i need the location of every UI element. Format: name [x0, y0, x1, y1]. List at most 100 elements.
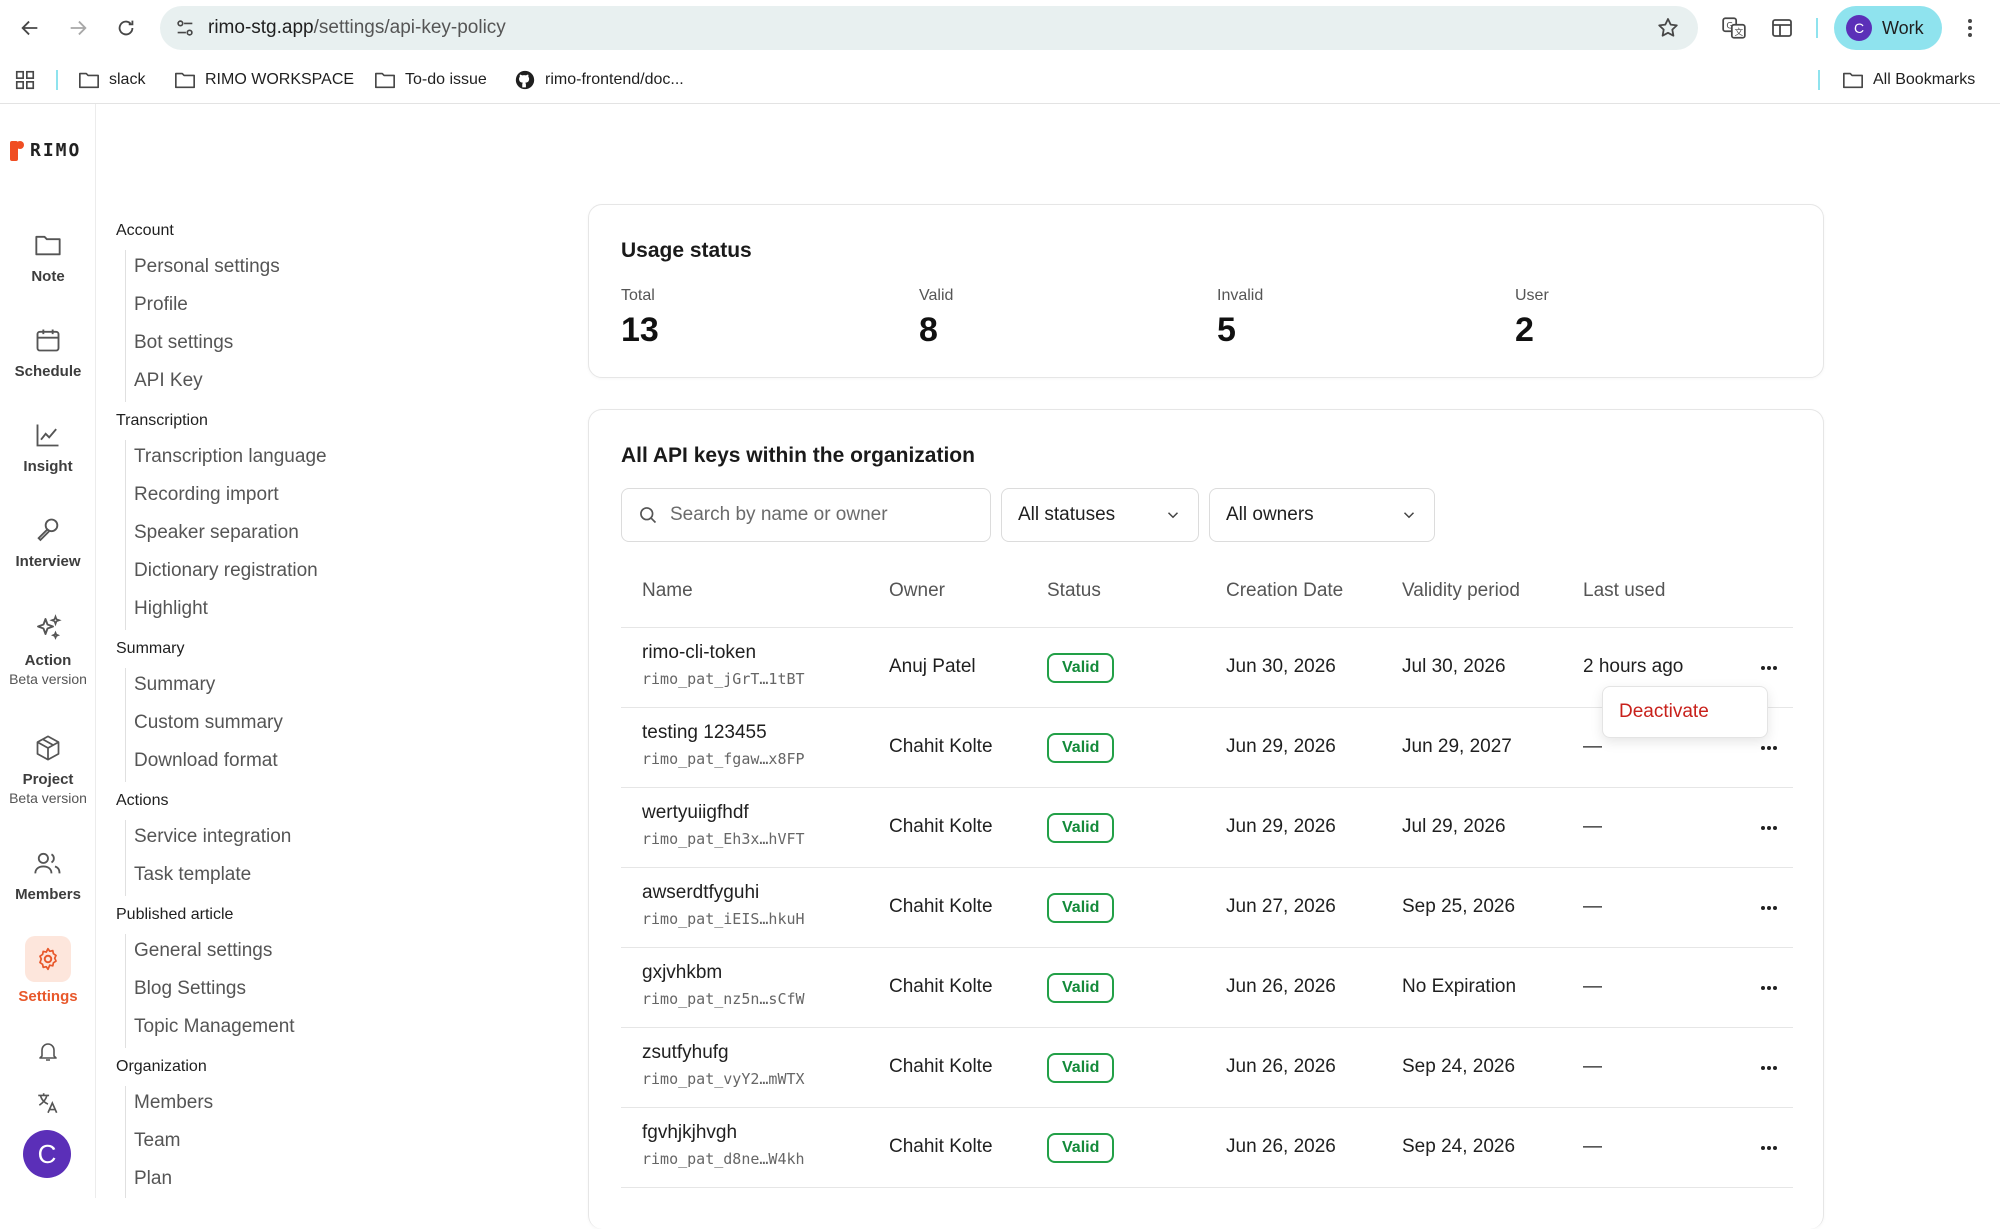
deactivate-menu-item[interactable]: Deactivate	[1619, 701, 1709, 723]
search-field[interactable]	[621, 488, 991, 542]
status-filter-select[interactable]: All statuses	[1001, 488, 1199, 542]
nav-guide-line	[125, 820, 126, 896]
settings-highlight	[25, 936, 71, 982]
key-name: rimo-cli-token	[642, 642, 757, 663]
key-name: awserdtfyguhi	[642, 882, 760, 903]
nav-item-topic-management[interactable]: Topic Management	[134, 1016, 295, 1038]
row-more-button[interactable]	[1755, 1054, 1783, 1082]
table-row: zsutfyhufg rimo_pat_vyY2…mWTX Chahit Kol…	[621, 1028, 1793, 1108]
bookmark-rimo-workspace[interactable]: RIMO WORKSPACE	[174, 68, 354, 92]
rail-item-interview[interactable]: Interview	[0, 513, 96, 570]
nav-item-download-format[interactable]: Download format	[134, 750, 278, 772]
nav-item-task-template[interactable]: Task template	[134, 864, 251, 886]
forward-arrow-icon	[70, 20, 87, 36]
nav-item-team[interactable]: Team	[134, 1130, 180, 1152]
nav-guide-line	[125, 668, 126, 782]
more-horizontal-icon	[1761, 1066, 1777, 1070]
api-keys-card: All API keys within the organization All…	[588, 409, 1824, 1229]
key-owner: Chahit Kolte	[889, 816, 993, 837]
reload-button[interactable]	[110, 12, 142, 44]
rail-item-members[interactable]: Members	[0, 846, 96, 903]
user-avatar[interactable]: C	[23, 1130, 71, 1178]
stat-total: Total 13	[621, 287, 659, 350]
nav-item-personal-settings[interactable]: Personal settings	[134, 256, 280, 278]
row-more-button[interactable]	[1755, 734, 1783, 762]
key-name: fgvhjkjhvgh	[642, 1122, 738, 1143]
row-more-button[interactable]	[1755, 814, 1783, 842]
stat-value: 8	[919, 311, 938, 349]
site-settings-icon[interactable]	[174, 17, 196, 44]
key-last-used: —	[1583, 736, 1602, 757]
browser-menu-icon[interactable]	[1958, 14, 1982, 47]
stat-value: 13	[621, 311, 659, 349]
status-badge: Valid	[1047, 813, 1115, 843]
nav-item-highlight[interactable]: Highlight	[134, 598, 208, 620]
rail-item-insight[interactable]: Insight	[0, 418, 96, 475]
rail-item-schedule[interactable]: Schedule	[0, 323, 96, 380]
api-keys-title: All API keys within the organization	[621, 444, 975, 467]
rail-item-project[interactable]: Project Beta version	[0, 731, 96, 806]
search-input[interactable]	[670, 504, 970, 526]
nav-item-api-key[interactable]: API Key	[134, 370, 203, 392]
owner-filter-select[interactable]: All owners	[1209, 488, 1435, 542]
bookmark-star-icon[interactable]	[1656, 16, 1680, 45]
key-validity-period: Jul 30, 2026	[1402, 656, 1506, 677]
nav-item-profile[interactable]: Profile	[134, 294, 188, 316]
nav-item-summary[interactable]: Summary	[134, 674, 215, 696]
row-more-button[interactable]	[1755, 1134, 1783, 1162]
status-badge: Valid	[1047, 653, 1115, 683]
rail-sublabel: Beta version	[9, 790, 87, 806]
rail-item-note[interactable]: Note	[0, 228, 96, 285]
bookmark-todo-issue[interactable]: To-do issue	[374, 68, 487, 92]
rail-sublabel: Beta version	[9, 671, 87, 687]
bell-icon	[39, 1043, 57, 1061]
side-panel-icon[interactable]	[1768, 14, 1796, 42]
rimo-logo[interactable]: RIMO	[10, 140, 81, 161]
forward-button[interactable]	[62, 12, 94, 44]
row-more-button[interactable]	[1755, 894, 1783, 922]
nav-item-recording-import[interactable]: Recording import	[134, 484, 279, 506]
apps-grid-icon[interactable]	[14, 68, 45, 92]
row-more-button[interactable]	[1755, 654, 1783, 682]
nav-item-dictionary-registration[interactable]: Dictionary registration	[134, 560, 318, 582]
more-horizontal-icon	[1761, 826, 1777, 830]
translate-icon[interactable]: G文	[1720, 14, 1748, 42]
rail-item-settings[interactable]: Settings	[0, 936, 96, 1005]
nav-item-service-integration[interactable]: Service integration	[134, 826, 291, 848]
nav-item-speaker-separation[interactable]: Speaker separation	[134, 522, 299, 544]
nav-item-blog-settings[interactable]: Blog Settings	[134, 978, 246, 1000]
back-button[interactable]	[14, 12, 46, 44]
profile-button[interactable]: C Work	[1834, 6, 1942, 50]
key-name: testing 123455	[642, 722, 767, 743]
sparkle-icon	[37, 614, 62, 640]
rail-label: Action	[24, 652, 72, 669]
bookmark-slack[interactable]: slack	[78, 68, 145, 92]
chevron-down-icon	[1403, 512, 1415, 519]
bookmark-rimo-frontend[interactable]: rimo-frontend/doc...	[514, 68, 684, 92]
address-bar[interactable]: rimo-stg.app/settings/api-key-policy	[160, 6, 1698, 50]
nav-item-plan[interactable]: Plan	[134, 1168, 172, 1190]
key-token: rimo_pat_jGrT…1tBT	[642, 670, 805, 688]
all-bookmarks[interactable]: All Bookmarks	[1842, 68, 1975, 92]
language-button[interactable]	[0, 1086, 96, 1120]
folder-icon	[1843, 72, 1863, 89]
key-owner: Chahit Kolte	[889, 896, 993, 917]
nav-item-general-settings[interactable]: General settings	[134, 940, 272, 962]
bookmark-label: rimo-frontend/doc...	[545, 71, 684, 88]
stat-valid: Valid 8	[919, 287, 953, 350]
bookmark-label: To-do issue	[405, 71, 487, 88]
nav-group-summary: Summary	[116, 640, 185, 657]
stat-label: Total	[621, 287, 655, 304]
nav-item-transcription-language[interactable]: Transcription language	[134, 446, 327, 468]
reload-icon	[118, 20, 134, 36]
row-more-button[interactable]	[1755, 974, 1783, 1002]
rail-item-action[interactable]: Action Beta version	[0, 612, 96, 687]
nav-item-custom-summary[interactable]: Custom summary	[134, 712, 283, 734]
browser-chrome: rimo-stg.app/settings/api-key-policy G文 …	[0, 0, 2000, 104]
nav-group-actions: Actions	[116, 792, 169, 809]
svg-text:文: 文	[1735, 26, 1744, 38]
stat-label: User	[1515, 287, 1549, 304]
notifications-button[interactable]	[0, 1034, 96, 1068]
nav-item-members[interactable]: Members	[134, 1092, 213, 1114]
nav-item-bot-settings[interactable]: Bot settings	[134, 332, 233, 354]
